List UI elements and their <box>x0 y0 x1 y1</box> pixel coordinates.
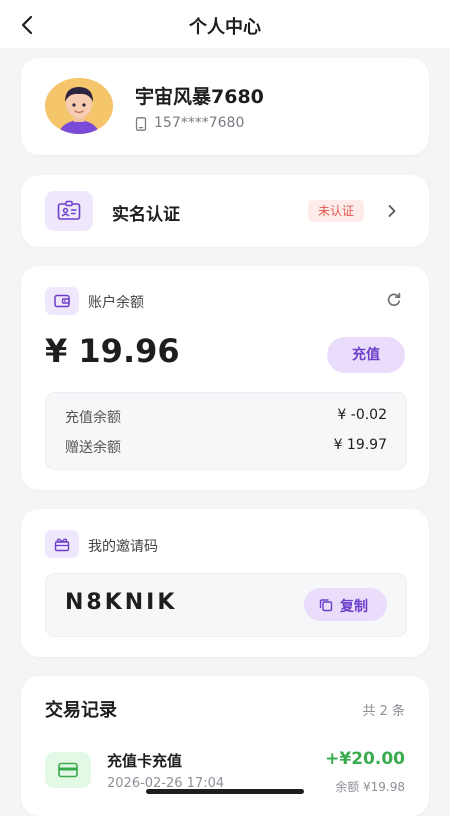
credit-card-icon <box>58 762 78 778</box>
balance-card: 账户余额 ¥ 19.96 充值 充值余额 ¥ -0.02 赠送余额 ¥ 19.9… <box>21 266 429 490</box>
copy-button[interactable]: 复制 <box>304 588 387 621</box>
wallet-icon <box>54 294 70 308</box>
chevron-right-icon <box>388 205 396 217</box>
user-nickname: 宇宙风暴7680 <box>135 86 264 108</box>
copy-label: 复制 <box>340 599 368 615</box>
balance-amount: ¥ 19.96 <box>45 332 180 370</box>
refresh-icon[interactable] <box>386 292 402 308</box>
gift-icon-container <box>45 530 79 558</box>
verification-row[interactable]: 实名认证 未认证 <box>21 175 429 247</box>
invite-code: N8KNIK <box>65 590 178 615</box>
wallet-icon-container <box>45 287 79 315</box>
recharge-balance-label: 充值余额 <box>65 410 121 426</box>
page-title: 个人中心 <box>189 17 261 38</box>
invite-title: 我的邀请码 <box>88 539 158 555</box>
transactions-count: 共 2 条 <box>362 704 405 719</box>
invite-code-box: N8KNIK 复制 <box>45 573 407 637</box>
balance-title: 账户余额 <box>88 295 144 311</box>
mobile-phone-icon <box>135 117 147 131</box>
transactions-card: 交易记录 共 2 条 充值卡充值 2026-02-26 17:04 +¥20.0… <box>21 676 429 816</box>
transaction-balance: 余额 ¥19.98 <box>335 780 405 794</box>
invite-card: 我的邀请码 N8KNIK 复制 <box>21 509 429 657</box>
verification-label: 实名认证 <box>112 205 180 225</box>
transaction-icon-container <box>45 752 91 788</box>
transaction-name: 充值卡充值 <box>107 752 183 770</box>
navigation-bar: 个人中心 <box>0 0 450 48</box>
profile-card: 宇宙风暴7680 157****7680 <box>21 58 429 155</box>
verification-icon-container <box>45 191 93 231</box>
status-badge: 未认证 <box>308 200 365 222</box>
user-phone: 157****7680 <box>154 115 245 131</box>
recharge-button[interactable]: 充值 <box>327 337 405 373</box>
id-card-icon <box>57 200 81 220</box>
recharge-balance-value: ¥ -0.02 <box>337 407 387 423</box>
avatar[interactable] <box>45 78 113 134</box>
home-indicator <box>146 789 304 794</box>
bonus-balance-label: 赠送余额 <box>65 440 121 456</box>
copy-icon <box>319 599 333 612</box>
bonus-balance-value: ¥ 19.97 <box>333 437 387 453</box>
gift-icon <box>54 538 70 552</box>
transactions-title: 交易记录 <box>45 700 117 721</box>
transaction-amount: +¥20.00 <box>325 749 405 769</box>
balance-breakdown: 充值余额 ¥ -0.02 赠送余额 ¥ 19.97 <box>45 392 407 470</box>
